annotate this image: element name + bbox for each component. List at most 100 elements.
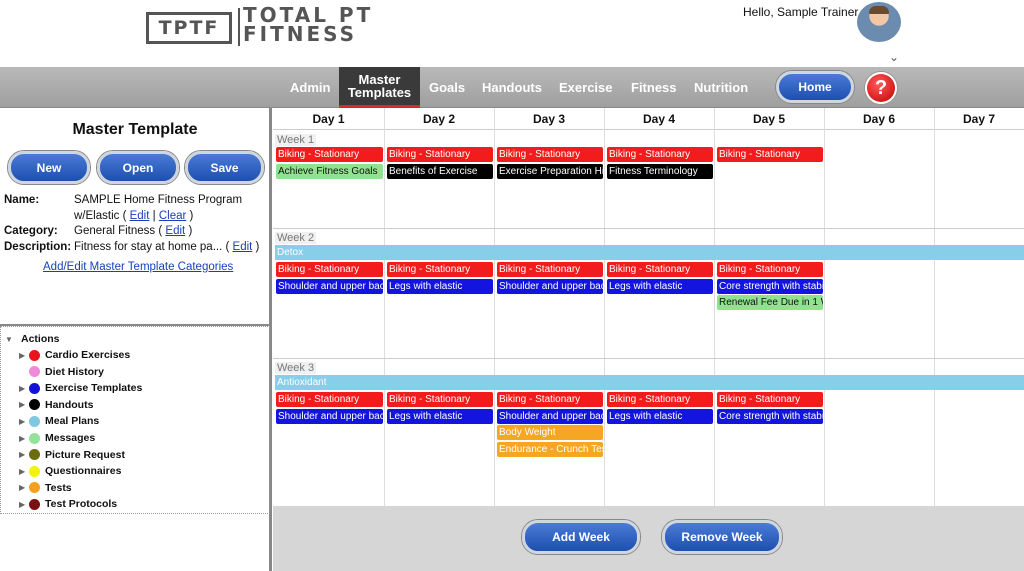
expand-right-icon[interactable]: ▶ (19, 434, 29, 443)
calendar-event[interactable]: Biking - Stationary (497, 392, 603, 407)
action-item[interactable]: ▶ Meal Plans (19, 413, 99, 429)
calendar-event[interactable]: Endurance - Crunch Test (497, 441, 603, 457)
remove-week-button[interactable]: Remove Week (662, 520, 782, 554)
calendar-grid: Day 1 Day 2 Day 3 Day 4 Day 5 Day 6 Day 7 Week … (273, 108, 1024, 506)
action-item[interactable]: ▶ Picture Request (19, 447, 125, 463)
expand-right-icon[interactable]: ▶ (19, 500, 29, 509)
calendar-event[interactable]: Shoulder and upper back (497, 408, 603, 424)
expand-right-icon[interactable]: ▶ (19, 450, 29, 459)
expand-right-icon[interactable]: ▶ (19, 351, 29, 360)
action-label: Meal Plans (45, 415, 100, 428)
app-header: TPTF TOTAL PT FITNESS Hello, Sample Trai… (0, 0, 1024, 67)
help-button[interactable]: ? (864, 71, 898, 105)
actions-root[interactable]: ▼ Actions (5, 331, 60, 347)
calendar-event[interactable]: Exercise Preparation Hints (497, 163, 603, 179)
color-dot-icon (29, 349, 40, 361)
calendar-event[interactable]: Biking - Stationary (497, 262, 603, 277)
logo-mark[interactable]: TPTF (146, 12, 232, 44)
panel-title: Master Template (72, 121, 198, 138)
expand-right-icon[interactable]: ▶ (19, 467, 29, 476)
action-item[interactable]: ▶ Handouts (19, 397, 93, 413)
expand-right-icon[interactable]: ▶ (19, 417, 29, 426)
add-week-button[interactable]: Add Week (522, 520, 640, 554)
name-edit-link[interactable]: Edit (130, 210, 150, 222)
calendar-event[interactable]: Core strength with stability (717, 408, 823, 424)
day-header: Day 2 (384, 108, 494, 130)
action-item[interactable]: ▶ Cardio Exercises (19, 347, 130, 363)
category-key: Category: (4, 225, 58, 237)
expand-right-icon[interactable]: ▶ (19, 384, 29, 393)
calendar-event[interactable]: Renewal Fee Due in 1 Week (717, 295, 823, 310)
day-header: Day 1 (273, 108, 384, 130)
nav-admin[interactable]: Admin (290, 67, 330, 108)
calendar-event[interactable]: Shoulder and upper back (497, 278, 603, 294)
calendar-event[interactable]: Biking - Stationary (387, 147, 493, 162)
nav-exercise[interactable]: Exercise (559, 67, 613, 108)
day-header: Day 7 (934, 108, 1024, 130)
description-edit-link[interactable]: Edit (233, 241, 253, 253)
calendar-event[interactable]: Fitness Terminology (607, 163, 713, 179)
action-label: Diet History (45, 365, 104, 378)
calendar-event[interactable]: Biking - Stationary (276, 147, 383, 162)
calendar-event[interactable]: Biking - Stationary (387, 262, 493, 277)
expand-right-icon[interactable]: ▶ (19, 400, 29, 409)
phase-bar[interactable]: Antioxidant (275, 375, 1024, 390)
calendar-event[interactable]: Body Weight (497, 425, 603, 440)
categories-link[interactable]: Add/Edit Master Template Categories (43, 261, 233, 273)
nav-fitness[interactable]: Fitness (631, 67, 677, 108)
column-divider (494, 108, 495, 506)
calendar-event[interactable]: Legs with elastic (607, 278, 713, 294)
new-button[interactable]: New (8, 151, 90, 184)
calendar-event[interactable]: Biking - Stationary (717, 147, 823, 162)
nav-goals[interactable]: Goals (429, 67, 465, 108)
save-button[interactable]: Save (185, 151, 264, 184)
name-value-1: SAMPLE Home Fitness Program (74, 194, 243, 206)
action-label: Test Protocols (45, 498, 118, 511)
help-icon: ? (867, 74, 895, 102)
calendar-event[interactable]: Biking - Stationary (276, 392, 383, 407)
calendar-event[interactable]: Benefits of Exercise (387, 163, 493, 179)
description-row: Description: Fitness for stay at home pa.… (4, 241, 260, 253)
calendar-event[interactable]: Biking - Stationary (607, 147, 713, 162)
day-header: Day 5 (714, 108, 824, 130)
logo-wordmark[interactable]: TOTAL PT FITNESS (243, 5, 373, 44)
avatar[interactable] (857, 2, 901, 42)
calendar-event[interactable]: Biking - Stationary (607, 262, 713, 277)
nav-handouts[interactable]: Handouts (482, 67, 542, 108)
nav-nutrition[interactable]: Nutrition (694, 67, 748, 108)
action-label: Cardio Exercises (45, 349, 131, 361)
phase-bar[interactable]: Detox (275, 245, 1024, 260)
expand-right-icon[interactable]: ▶ (19, 483, 29, 492)
calendar-event[interactable]: Biking - Stationary (497, 147, 603, 162)
action-item[interactable]: ▶ Questionnaires (19, 463, 121, 479)
action-item[interactable]: ▶ Messages (19, 430, 95, 446)
action-item[interactable]: ▶ Exercise Templates (19, 380, 142, 396)
week-label: Week 2 (275, 232, 317, 244)
action-item[interactable]: ▶ Tests (19, 480, 72, 496)
column-divider (604, 108, 605, 506)
calendar-event[interactable]: Shoulder and upper back (276, 278, 383, 294)
chevron-down-icon[interactable]: ⌄ (889, 50, 899, 64)
description-value: Fitness for stay at home pa... (74, 241, 223, 253)
open-button[interactable]: Open (97, 151, 179, 184)
name-clear-link[interactable]: Clear (159, 210, 186, 222)
action-label: Messages (45, 432, 96, 444)
calendar-event[interactable]: Shoulder and upper back (276, 408, 383, 424)
action-item[interactable]: ▶ Test Protocols (19, 496, 117, 512)
name-value-2: w/Elastic (74, 210, 120, 222)
calendar-event[interactable]: Legs with elastic (607, 408, 713, 424)
calendar-event[interactable]: Biking - Stationary (607, 392, 713, 407)
calendar-event[interactable]: Achieve Fitness Goals (276, 163, 383, 179)
calendar-event[interactable]: Biking - Stationary (387, 392, 493, 407)
calendar-event[interactable]: Biking - Stationary (717, 392, 823, 407)
calendar-event[interactable]: Legs with elastic (387, 278, 493, 294)
home-button[interactable]: Home (776, 71, 854, 103)
nav-master-templates[interactable]: Master Templates (339, 67, 420, 108)
action-item[interactable]: Diet History (19, 364, 104, 380)
action-label: Tests (45, 481, 72, 494)
calendar-event[interactable]: Biking - Stationary (717, 262, 823, 277)
calendar-event[interactable]: Core strength with stability (717, 278, 823, 294)
calendar-event[interactable]: Legs with elastic (387, 408, 493, 424)
category-edit-link[interactable]: Edit (165, 225, 185, 237)
calendar-event[interactable]: Biking - Stationary (276, 262, 383, 277)
